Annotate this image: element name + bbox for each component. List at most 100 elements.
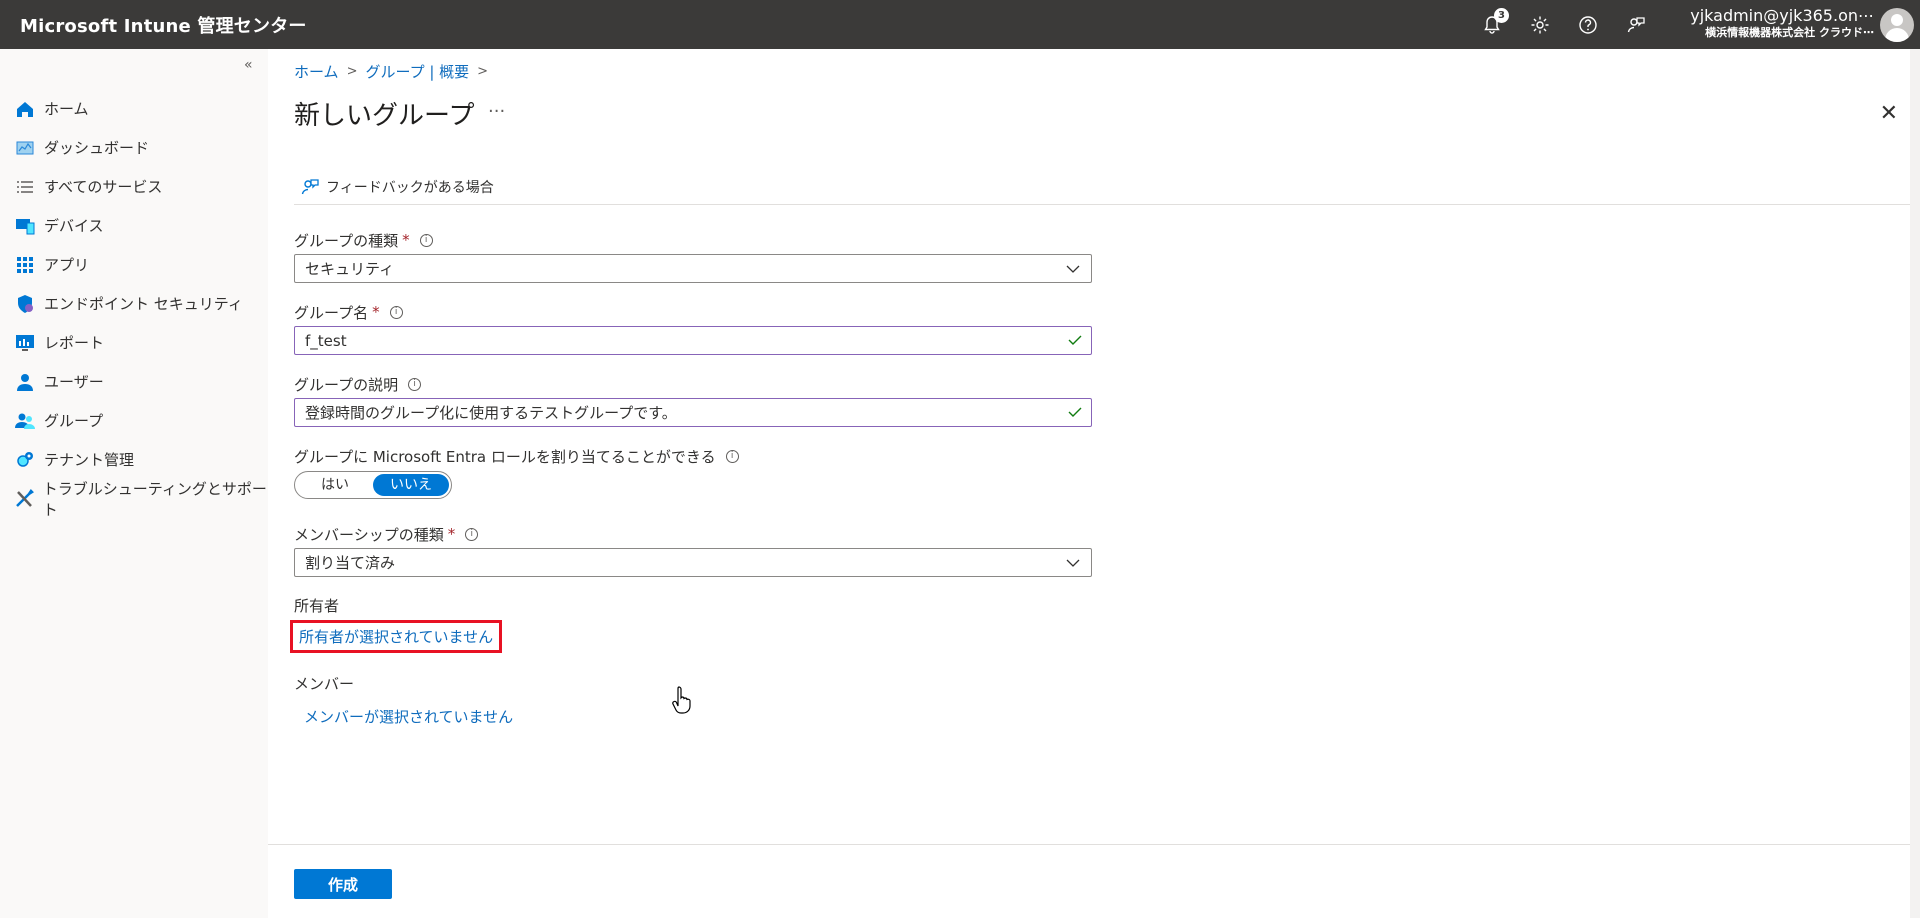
breadcrumb-home[interactable]: ホーム [294,61,339,82]
create-button[interactable]: 作成 [294,869,392,899]
required-mark: * [447,525,456,543]
sidebar-item-label: エンドポイント セキュリティ [44,295,243,313]
dashboard-icon [16,141,34,154]
report-icon [16,334,34,351]
sidebar: « ホーム ダッシュボード すべてのサービス デバイス アプリ エンドポイント … [0,49,268,918]
group-icon [15,413,35,429]
collapse-sidebar-icon[interactable]: « [244,57,253,73]
new-group-form: グループの種類 * i セキュリティ グループ名 * i f_test グループ… [290,229,1094,727]
breadcrumb: ホーム > グループ | 概要 > [294,61,488,82]
group-name-value: f_test [305,331,347,350]
sidebar-item-groups[interactable]: グループ [0,401,268,440]
page-title: 新しいグループ [294,101,475,131]
app-title[interactable]: Microsoft Intune 管理センター [20,12,307,38]
shield-icon [18,294,33,313]
membership-type-value: 割り当て済み [305,554,396,572]
tenant-icon [17,451,33,467]
entra-role-no-option[interactable]: いいえ [373,474,449,496]
avatar-head [1891,14,1903,26]
chevron-right-icon: > [477,64,489,79]
sidebar-item-dashboard[interactable]: ダッシュボード [0,128,268,167]
info-icon[interactable]: i [389,305,403,319]
list-icon [17,180,33,193]
sidebar-item-label: ホーム [44,100,89,118]
top-bar: Microsoft Intune 管理センター 3 yjkadmin@yjk36… [0,0,1920,49]
sidebar-nav: ホーム ダッシュボード すべてのサービス デバイス アプリ エンドポイント セキ… [0,89,268,519]
breadcrumb-groups-overview[interactable]: グループ | 概要 [365,61,469,82]
sidebar-item-label: テナント管理 [44,451,135,469]
sidebar-item-label: デバイス [44,217,104,235]
top-icons: 3 [1468,0,1660,49]
help-icon [1579,15,1597,34]
account-info[interactable]: yjkadmin@yjk365.on⋯ 横浜情報機器株式会社 クラウド⋯ [1690,6,1874,40]
page-scrollbar[interactable] [1910,49,1920,918]
group-name-label: グループ名 * i [294,301,1094,323]
command-bar: フィードバックがある場合 [294,169,1918,205]
devices-icon [16,218,35,234]
gear-icon [1531,16,1549,33]
info-icon[interactable]: i [419,233,433,247]
hand-pointer-cursor-icon [672,686,691,714]
chevron-down-icon [1066,265,1080,273]
sidebar-item-label: グループ [44,412,104,430]
membership-type-dropdown[interactable]: 割り当て済み [294,548,1092,577]
help-button[interactable] [1564,0,1612,49]
group-description-value: 登録時間のグループ化に使用するテストグループです。 [305,404,677,422]
apps-grid-icon [17,256,33,273]
entra-role-label: グループに Microsoft Entra ロールを割り当てることができる i [294,445,1094,467]
group-type-value: セキュリティ [305,260,395,278]
owners-select-link[interactable]: 所有者が選択されていません [290,620,503,653]
settings-button[interactable] [1516,0,1564,49]
feedback-person-icon [1627,16,1645,32]
sidebar-item-apps[interactable]: アプリ [0,245,268,284]
sidebar-item-all-services[interactable]: すべてのサービス [0,167,268,206]
close-icon[interactable]: ✕ [1880,101,1898,126]
sidebar-item-troubleshooting[interactable]: トラブルシューティングとサポート [0,479,268,519]
main-panel: ホーム > グループ | 概要 > 新しいグループ ··· ✕ フィードバックが… [268,49,1920,918]
sidebar-item-label: アプリ [44,256,90,274]
sidebar-item-label: トラブルシューティングとサポート [42,479,267,519]
entra-role-yes-option[interactable]: はい [297,474,373,496]
group-description-label: グループの説明 i [294,373,1094,395]
members-select-link[interactable]: メンバーが選択されていません [304,706,1094,727]
checkmark-icon [1068,335,1082,345]
feedback-person-icon [301,178,319,194]
membership-type-label: メンバーシップの種類 * i [294,523,1094,545]
owners-label: 所有者 [294,597,340,615]
sidebar-item-reports[interactable]: レポート [0,323,268,362]
sidebar-item-label: ユーザー [44,373,104,391]
sidebar-item-devices[interactable]: デバイス [0,206,268,245]
feedback-button[interactable] [1612,0,1660,49]
checkmark-icon [1068,407,1082,417]
account-org: 横浜情報機器株式会社 クラウド⋯ [1705,26,1874,39]
sidebar-item-home[interactable]: ホーム [0,89,268,128]
group-name-input[interactable]: f_test [294,326,1092,355]
required-mark: * [402,231,410,249]
chevron-right-icon: > [346,64,358,79]
tools-icon [16,488,35,507]
avatar-body [1885,28,1909,42]
required-mark: * [372,303,380,321]
sidebar-item-users[interactable]: ユーザー [0,362,268,401]
notifications-button[interactable]: 3 [1468,0,1516,49]
group-type-label: グループの種類 * i [294,229,1094,251]
info-icon[interactable]: i [725,449,739,463]
chevron-down-icon [1066,559,1080,567]
sidebar-item-tenant-admin[interactable]: テナント管理 [0,440,268,479]
feedback-button[interactable]: フィードバックがある場合 [326,177,494,197]
sidebar-item-label: レポート [44,334,105,352]
avatar[interactable] [1880,8,1914,42]
sidebar-item-endpoint-security[interactable]: エンドポイント セキュリティ [0,284,268,323]
more-options-icon[interactable]: ··· [488,101,505,122]
group-description-input[interactable]: 登録時間のグループ化に使用するテストグループです。 [294,398,1092,427]
notification-badge: 3 [1494,8,1509,23]
sidebar-item-label: ダッシュボード [44,139,150,157]
footer: 作成 [268,844,1920,918]
home-icon [17,101,33,117]
sidebar-item-label: すべてのサービス [44,178,163,196]
entra-role-toggle[interactable]: はい いいえ [294,471,452,499]
info-icon[interactable]: i [465,527,479,541]
group-type-dropdown[interactable]: セキュリティ [294,254,1092,283]
user-icon [17,373,33,391]
info-icon[interactable]: i [408,377,422,391]
